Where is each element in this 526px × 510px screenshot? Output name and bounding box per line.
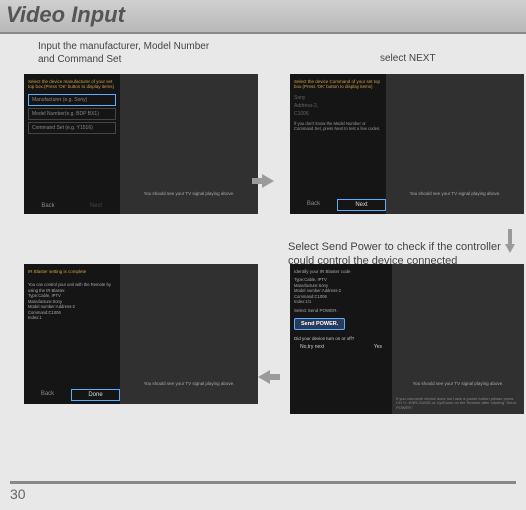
title-bar: Video Input: [0, 0, 526, 34]
arrow-left-icon: [258, 370, 270, 384]
screen3-heading: Identify your IR Blaster code: [294, 269, 388, 274]
preview-label: You should see your TV signal playing ab…: [392, 381, 524, 386]
done-button[interactable]: Done: [71, 389, 120, 401]
device-question: Did your device turn on or off?: [294, 336, 388, 341]
next-button-disabled: Next: [72, 201, 120, 211]
screen2-instruction: Select the device Command of your set to…: [294, 79, 382, 90]
manufacturer-field[interactable]: Manufacturer (e.g. Sony): [28, 94, 116, 106]
screen2-note: If you don't know the Model Number or Co…: [294, 121, 382, 131]
yes-button[interactable]: Yes: [374, 344, 382, 350]
preview-label: You should see your TV signal playing ab…: [120, 191, 258, 196]
arrow-down-icon: [505, 244, 515, 253]
model-number-field[interactable]: Model Number(e.g. BDP BX1): [28, 108, 116, 120]
screen-command-select: Select the device Command of your set to…: [290, 74, 524, 214]
screen1-instruction: Select the device manufacturer of your s…: [28, 79, 116, 90]
page-number: 30: [10, 486, 26, 502]
preview-label: You should see your TV signal playing ab…: [120, 381, 258, 386]
next-button[interactable]: Next: [337, 199, 386, 211]
back-button[interactable]: Back: [24, 201, 72, 211]
option-c1006[interactable]: C1006: [294, 110, 382, 118]
select-send-label: Select Send POWER.: [294, 308, 388, 313]
preview-label: You should see your TV signal playing ab…: [386, 191, 524, 196]
screen4-heading: IR Blaster setting is complete: [28, 269, 116, 274]
screen-manufacturer-input: Select the device manufacturer of your s…: [24, 74, 258, 214]
caption-top-left: Input the manufacturer, Model Number and…: [38, 40, 218, 66]
back-button[interactable]: Back: [290, 199, 337, 211]
page-title: Video Input: [6, 2, 520, 28]
caption-top-right: select NEXT: [380, 52, 520, 65]
content-area: Input the manufacturer, Model Number and…: [0, 34, 526, 84]
info-index: Index:1: [28, 315, 116, 320]
command-set-field[interactable]: Command Set (e.g. Y1516): [28, 122, 116, 134]
screen-complete: IR Blaster setting is complete You can c…: [24, 264, 258, 404]
send-power-button[interactable]: Send POWER.: [294, 318, 345, 330]
option-address[interactable]: Address-2,: [294, 102, 382, 110]
arrow-right-icon: [262, 174, 274, 188]
screen-send-power: Identify your IR Blaster code Type:Cable…: [290, 264, 524, 414]
option-sony[interactable]: Sony: [294, 94, 382, 102]
back-button[interactable]: Back: [24, 389, 71, 401]
complete-body: You can control your unit with the Remot…: [28, 282, 116, 293]
no-try-next-button[interactable]: No,try next: [300, 344, 324, 350]
page-footer: 30: [10, 481, 516, 504]
power-tip: If you connecte device does not have a p…: [396, 397, 520, 411]
